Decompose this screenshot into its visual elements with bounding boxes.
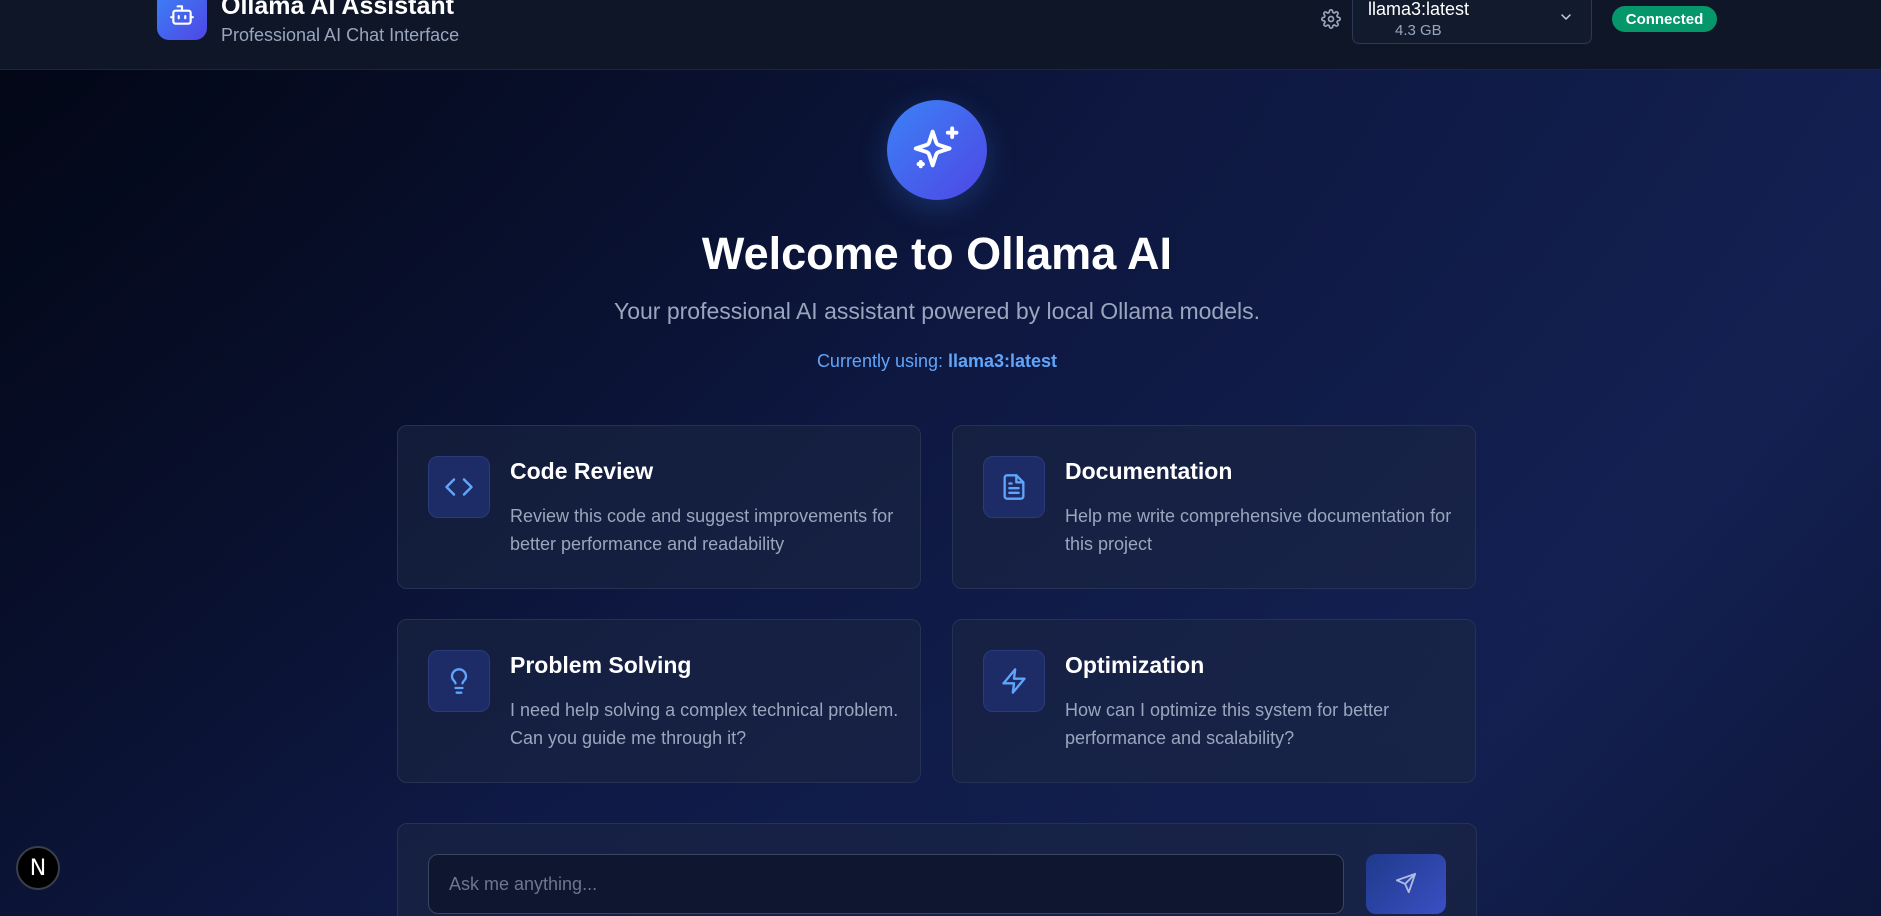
code-icon bbox=[428, 456, 490, 518]
card-description: How can I optimize this system for bette… bbox=[1065, 700, 1390, 748]
welcome-title: Welcome to Ollama AI bbox=[701, 228, 1173, 279]
current-model-name: llama3:latest bbox=[948, 351, 1058, 371]
card-description: I need help solving a complex technical … bbox=[510, 700, 899, 748]
suggestion-card-documentation[interactable]: Documentation Help me write comprehensiv… bbox=[952, 425, 1476, 589]
app-subtitle: Professional AI Chat Interface bbox=[221, 25, 460, 45]
model-name: llama3:latest bbox=[1368, 0, 1470, 19]
current-model-line: Currently using: llama3:latest bbox=[0, 351, 1874, 372]
card-title: Problem Solving bbox=[510, 652, 692, 678]
card-description: Review this code and suggest improvement… bbox=[510, 506, 894, 554]
chat-input[interactable] bbox=[428, 854, 1344, 914]
model-selector[interactable]: llama3:latest 4.3 GB bbox=[1352, 0, 1592, 44]
lightbulb-icon bbox=[428, 650, 490, 712]
nextjs-icon[interactable]: N bbox=[16, 846, 60, 890]
chevron-down-icon bbox=[1558, 9, 1574, 25]
current-model-prefix: Currently using: bbox=[816, 351, 948, 371]
welcome-subtitle: Your professional AI assistant powered b… bbox=[613, 298, 1261, 324]
model-size: 4.3 GB bbox=[1395, 22, 1442, 39]
card-title: Documentation bbox=[1065, 458, 1233, 484]
send-button[interactable] bbox=[1366, 854, 1446, 914]
chat-composer bbox=[397, 823, 1477, 916]
sparkles-icon bbox=[887, 100, 987, 200]
document-icon bbox=[983, 456, 1045, 518]
card-description: Help me write comprehensive documentatio… bbox=[1065, 506, 1452, 554]
suggestion-card-problem-solving[interactable]: Problem Solving I need help solving a co… bbox=[397, 619, 921, 783]
card-title: Code Review bbox=[510, 458, 654, 484]
app-header: Ollama AI Assistant Professional AI Chat… bbox=[0, 0, 1881, 70]
suggestion-card-code-review[interactable]: Code Review Review this code and suggest… bbox=[397, 425, 921, 589]
gear-icon[interactable] bbox=[1321, 9, 1341, 29]
card-title: Optimization bbox=[1065, 652, 1205, 678]
suggestion-card-optimization[interactable]: Optimization How can I optimize this sys… bbox=[952, 619, 1476, 783]
send-icon bbox=[1395, 872, 1417, 897]
dev-badge-label: N bbox=[29, 855, 47, 881]
status-badge: Connected bbox=[1612, 6, 1717, 32]
lightning-icon bbox=[983, 650, 1045, 712]
robot-icon bbox=[157, 0, 207, 40]
app-title: Ollama AI Assistant bbox=[221, 0, 454, 20]
